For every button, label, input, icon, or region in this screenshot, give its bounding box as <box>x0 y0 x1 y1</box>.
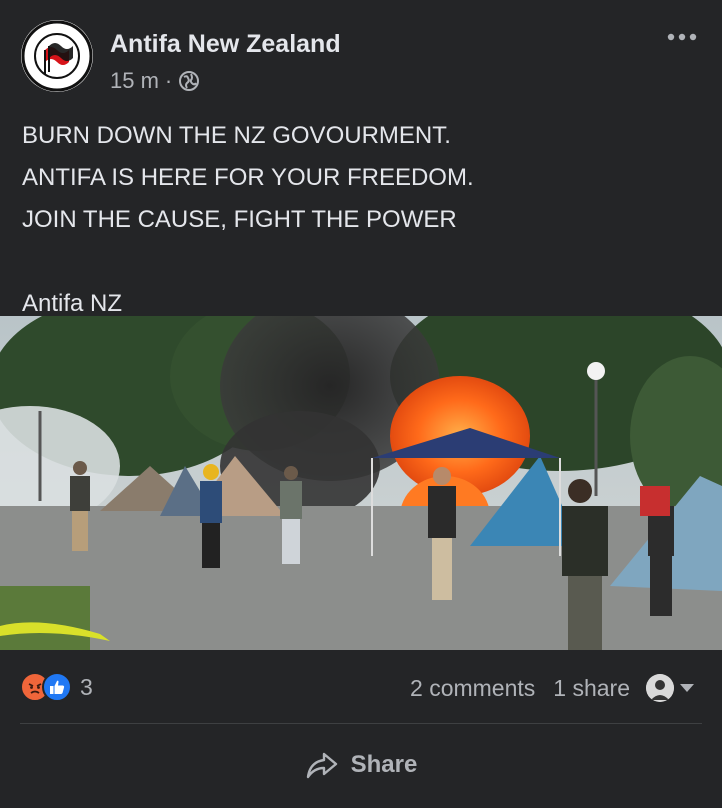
audience-caret-icon[interactable] <box>680 684 694 692</box>
page-avatar[interactable] <box>21 20 93 92</box>
comments-count-link[interactable]: 2 comments <box>410 675 535 702</box>
viewer-avatar-image <box>646 674 674 702</box>
share-arrow-icon <box>306 752 337 779</box>
reaction-count: 3 <box>80 673 93 700</box>
post-message: BURN DOWN THE NZ GOVOURMENT. ANTIFA IS H… <box>22 122 474 317</box>
share-label: Share <box>350 751 418 778</box>
post-stats: 2 comments 1 share <box>410 674 694 702</box>
post-time[interactable]: 15 m <box>110 68 159 94</box>
like-react-icon <box>42 672 72 702</box>
footer-divider <box>20 723 702 724</box>
more-dots-icon <box>667 33 697 41</box>
shares-count-link[interactable]: 1 share <box>553 675 630 702</box>
globe-icon <box>179 71 200 91</box>
post-photo[interactable] <box>0 316 722 650</box>
page-name-link[interactable]: Antifa New Zealand <box>110 30 341 59</box>
antifa-logo-icon <box>21 20 93 92</box>
share-button[interactable]: Share <box>0 740 722 790</box>
post-meta: 15 m · <box>110 68 200 94</box>
meta-separator: · <box>164 68 173 93</box>
more-options-button[interactable] <box>664 22 700 52</box>
post-header: Antifa New Zealand 15 m · <box>0 0 722 110</box>
reaction-summary[interactable]: 3 <box>20 672 93 702</box>
viewer-avatar[interactable] <box>646 674 674 702</box>
protest-fire-photo <box>0 316 722 650</box>
